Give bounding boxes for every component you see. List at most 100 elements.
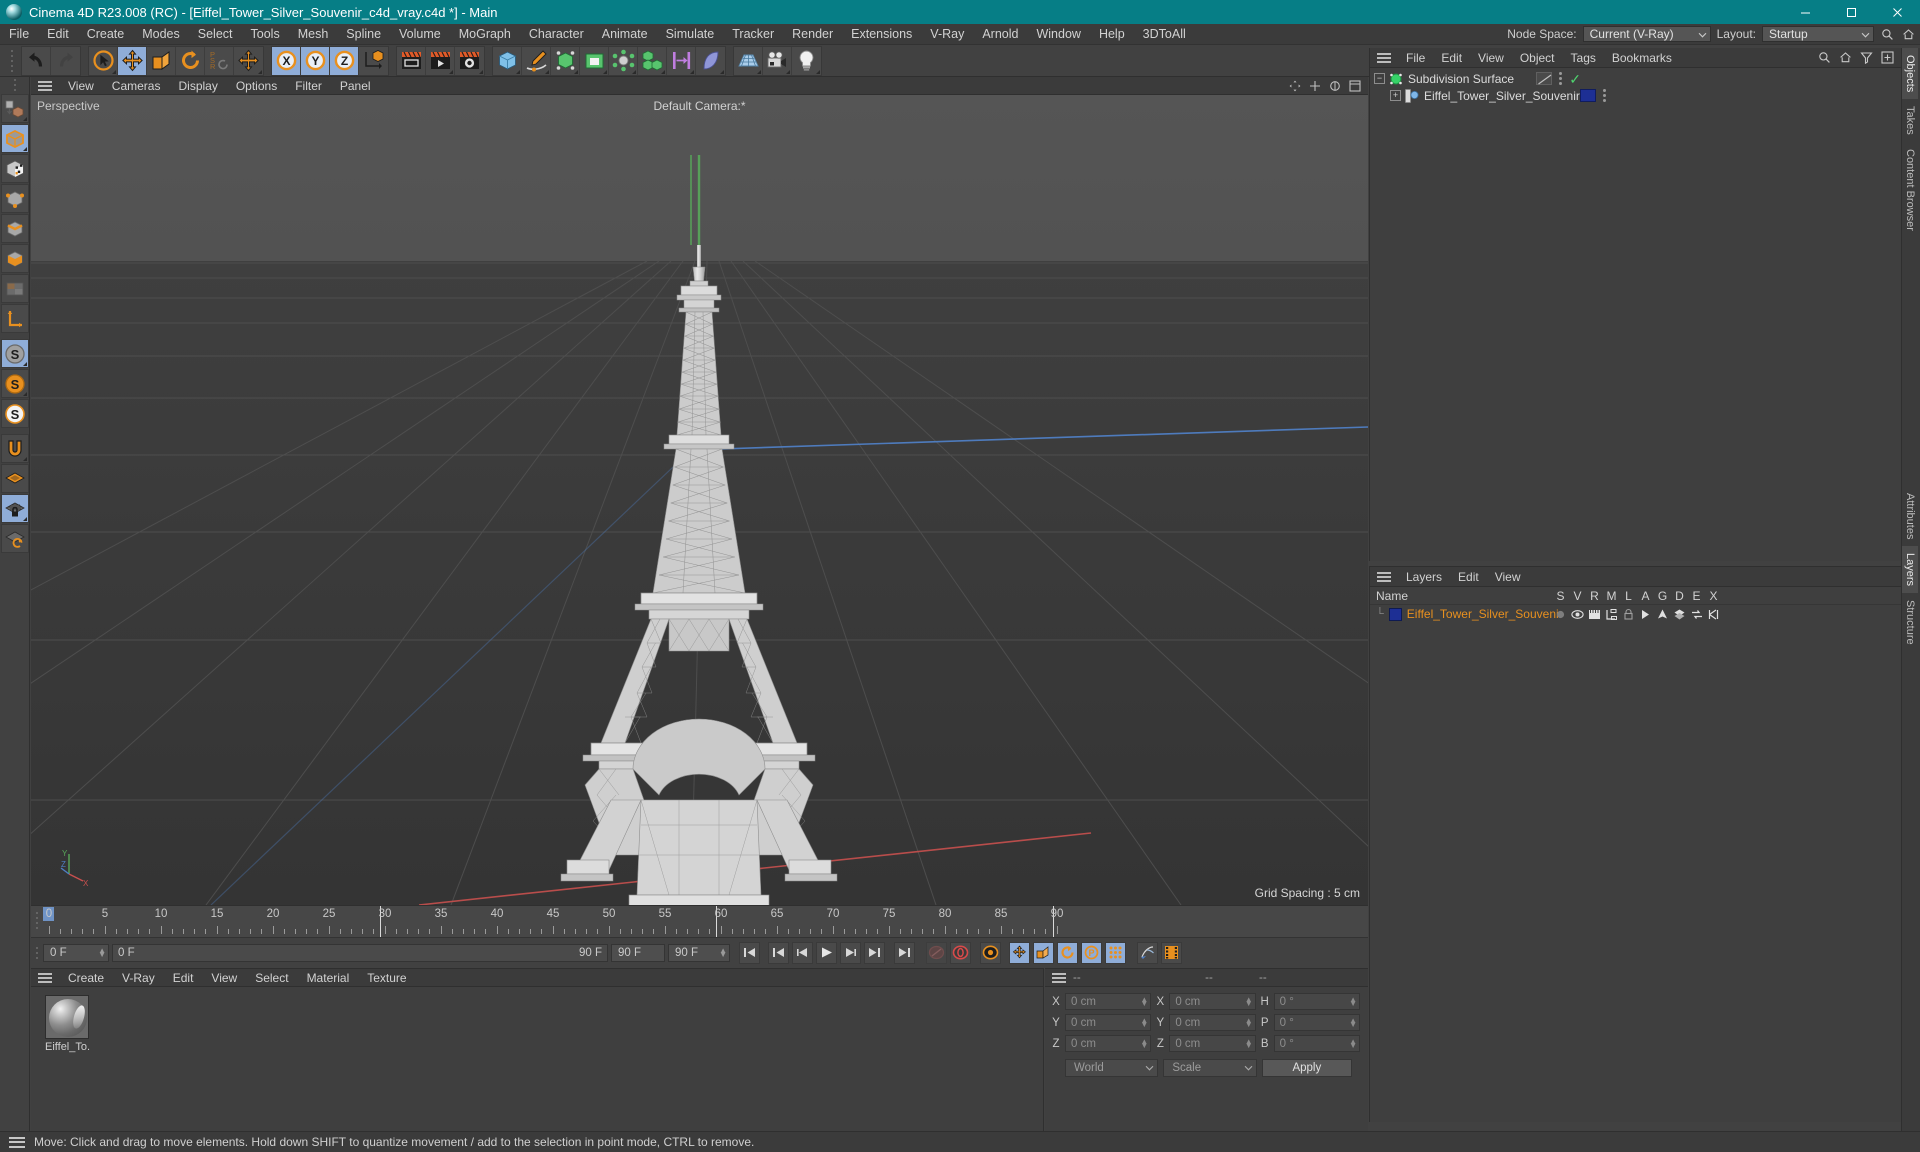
generator-button[interactable] bbox=[551, 46, 580, 75]
layer-visible-toggle[interactable] bbox=[1569, 609, 1586, 620]
ground-button[interactable] bbox=[734, 46, 763, 75]
field-button[interactable] bbox=[667, 46, 696, 75]
expand-toggle-icon[interactable]: − bbox=[1374, 73, 1385, 84]
tab-takes[interactable]: Takes bbox=[1902, 99, 1918, 142]
viewport-menu-filter[interactable]: Filter bbox=[286, 77, 331, 95]
spinner-icon[interactable]: ▲ ▼ bbox=[1245, 995, 1253, 1007]
layer-manager-toggle[interactable] bbox=[1603, 608, 1620, 620]
play-forward-button[interactable] bbox=[816, 941, 837, 964]
object-menu-edit[interactable]: Edit bbox=[1433, 48, 1470, 68]
position-y-field[interactable]: 0 cm ▲ ▼ bbox=[1065, 1014, 1152, 1031]
spinner-icon[interactable]: ▲ ▼ bbox=[1349, 1016, 1357, 1028]
layer-solo-toggle[interactable] bbox=[1552, 609, 1569, 620]
polygons-mode-button[interactable] bbox=[0, 244, 29, 273]
go-to-previous-key-button[interactable] bbox=[768, 941, 789, 964]
render-settings-button[interactable] bbox=[455, 46, 484, 75]
menu-render[interactable]: Render bbox=[783, 24, 842, 45]
lock-workplane-button[interactable] bbox=[0, 494, 29, 523]
toolbar-grip[interactable] bbox=[8, 49, 15, 72]
menu-mograph[interactable]: MoGraph bbox=[450, 24, 520, 45]
scale-tool[interactable] bbox=[147, 46, 176, 75]
layer-animation-toggle[interactable] bbox=[1637, 609, 1654, 620]
viewport-menu-options[interactable]: Options bbox=[227, 77, 286, 95]
tab-objects[interactable]: Objects bbox=[1902, 48, 1918, 100]
menu-simulate[interactable]: Simulate bbox=[657, 24, 724, 45]
world-coordinate-toggle[interactable] bbox=[359, 46, 388, 75]
timeline-toggle-button[interactable] bbox=[1161, 941, 1182, 964]
workplane-button[interactable]: S bbox=[0, 399, 29, 428]
tab-content-browser[interactable]: Content Browser bbox=[1902, 142, 1918, 238]
layer-color-swatch[interactable] bbox=[1388, 607, 1402, 621]
viewport-menu-display[interactable]: Display bbox=[169, 77, 226, 95]
layer-render-toggle[interactable] bbox=[1586, 609, 1603, 620]
object-menu-view[interactable]: View bbox=[1470, 48, 1512, 68]
filter-icon[interactable] bbox=[1859, 50, 1874, 65]
axis-x-toggle[interactable]: X bbox=[272, 46, 301, 75]
undo-button[interactable] bbox=[22, 46, 51, 75]
points-mode-button[interactable] bbox=[0, 184, 29, 213]
layer-deformers-toggle[interactable] bbox=[1671, 609, 1688, 620]
axis-y-toggle[interactable]: Y bbox=[301, 46, 330, 75]
live-selection-tool[interactable] bbox=[89, 46, 118, 75]
axis-z-toggle[interactable]: Z bbox=[330, 46, 359, 75]
viewport-3d-canvas[interactable]: Perspective Default Camera:* Grid Spacin… bbox=[31, 95, 1368, 905]
go-to-end-button[interactable] bbox=[894, 941, 915, 964]
size-x-field[interactable]: 0 cm ▲ ▼ bbox=[1169, 993, 1256, 1010]
spinner-icon[interactable]: ▲ ▼ bbox=[1349, 1037, 1357, 1049]
position-z-field[interactable]: 0 cm ▲ ▼ bbox=[1065, 1035, 1152, 1052]
key-scale-button[interactable] bbox=[1033, 941, 1054, 964]
current-frame-field[interactable]: 0 F ▲ ▼ bbox=[43, 943, 109, 962]
planar-workplane-button[interactable] bbox=[0, 524, 29, 553]
go-to-next-key-button[interactable] bbox=[864, 941, 885, 964]
psr-tool[interactable]: P S R bbox=[205, 46, 234, 75]
maximize-button[interactable] bbox=[1828, 0, 1874, 24]
render-view-button[interactable] bbox=[397, 46, 426, 75]
visibility-check-icon[interactable]: ✓ bbox=[1569, 72, 1581, 86]
spinner-icon[interactable]: ▲ ▼ bbox=[1245, 1016, 1253, 1028]
menu-tools[interactable]: Tools bbox=[242, 24, 289, 45]
layer-lock-toggle[interactable] bbox=[1620, 608, 1637, 620]
redo-button[interactable] bbox=[51, 46, 80, 75]
magnet-tool-button[interactable] bbox=[0, 434, 29, 463]
viewport-menu-panel[interactable]: Panel bbox=[331, 77, 380, 95]
edges-mode-button[interactable] bbox=[0, 214, 29, 243]
scene-object-button[interactable] bbox=[609, 46, 638, 75]
rotation-b-field[interactable]: 0 ° ▲ ▼ bbox=[1273, 1035, 1360, 1052]
spinner-icon[interactable]: ▲ ▼ bbox=[1140, 1016, 1148, 1028]
search-icon[interactable] bbox=[1817, 50, 1832, 65]
texture-mode-button[interactable] bbox=[0, 154, 29, 183]
rotation-h-field[interactable]: 0 ° ▲ ▼ bbox=[1273, 993, 1360, 1010]
transform-mode-select[interactable]: Scale bbox=[1163, 1059, 1257, 1077]
spinner-icon[interactable]: ▲ ▼ bbox=[1245, 1037, 1253, 1049]
minimize-button[interactable] bbox=[1782, 0, 1828, 24]
viewport-menu-hamburger-icon[interactable] bbox=[38, 80, 52, 91]
spinner-icon[interactable]: ▲ ▼ bbox=[1140, 995, 1148, 1007]
render-to-picture-viewer-button[interactable] bbox=[426, 46, 455, 75]
menu-create[interactable]: Create bbox=[78, 24, 134, 45]
axis-mode-button[interactable] bbox=[0, 304, 29, 333]
mograph-button[interactable] bbox=[638, 46, 667, 75]
spinner-icon[interactable]: ▲ ▼ bbox=[1349, 995, 1357, 1007]
cube-primitive-button[interactable] bbox=[493, 46, 522, 75]
object-menu-bookmarks[interactable]: Bookmarks bbox=[1604, 48, 1680, 68]
apply-button[interactable]: Apply bbox=[1261, 1059, 1353, 1077]
uv-mode-button[interactable] bbox=[0, 274, 29, 303]
quantize-button[interactable]: S bbox=[0, 369, 29, 398]
viewport-pan-icon[interactable] bbox=[1287, 78, 1302, 93]
object-menu-tags[interactable]: Tags bbox=[1563, 48, 1604, 68]
key-pla-button[interactable] bbox=[1105, 941, 1126, 964]
viewport-menu-cameras[interactable]: Cameras bbox=[103, 77, 170, 95]
object-row-eiffel-tower[interactable]: + Eiffel_Tower_Silver_Souvenir bbox=[1370, 87, 1901, 104]
left-toolbar-grip[interactable] bbox=[11, 79, 18, 91]
play-backwards-button[interactable] bbox=[792, 941, 813, 964]
menu-help[interactable]: Help bbox=[1090, 24, 1134, 45]
bend-deformer-button[interactable] bbox=[580, 46, 609, 75]
layer-menu-edit[interactable]: Edit bbox=[1450, 567, 1487, 587]
menu-tracker[interactable]: Tracker bbox=[723, 24, 783, 45]
home-icon[interactable] bbox=[1901, 27, 1916, 42]
light-button[interactable] bbox=[792, 46, 821, 75]
key-position-button[interactable] bbox=[1009, 941, 1030, 964]
material-menu-texture[interactable]: Texture bbox=[358, 969, 415, 987]
menu-spline[interactable]: Spline bbox=[337, 24, 390, 45]
object-menu-file[interactable]: File bbox=[1398, 48, 1433, 68]
